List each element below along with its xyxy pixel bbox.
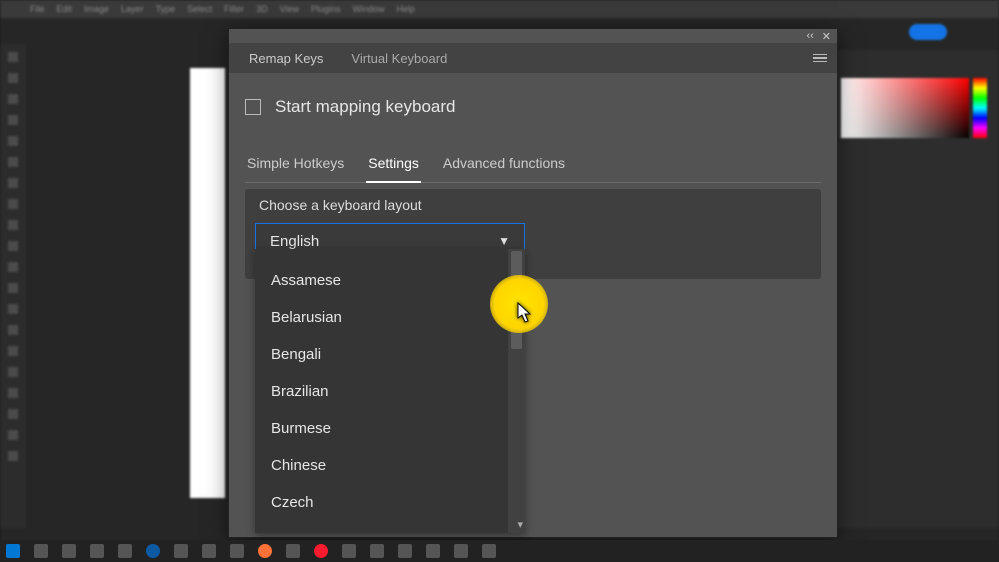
taskbar-app-icon[interactable] [482,544,496,558]
start-icon[interactable] [6,544,20,558]
taskbar-opera-icon[interactable] [314,544,328,558]
tab-virtual-keyboard[interactable]: Virtual Keyboard [337,44,461,73]
scrollbar-thumb[interactable] [511,251,522,349]
layout-option[interactable]: Arabic [255,249,508,262]
hue-slider[interactable] [973,78,987,138]
scroll-down-icon[interactable]: ▾ [517,518,523,531]
layout-option[interactable]: Assamese [255,262,508,299]
share-button[interactable] [909,24,947,40]
start-mapping-label: Start mapping keyboard [275,97,456,117]
taskbar-firefox-icon[interactable] [258,544,272,558]
start-mapping-checkbox[interactable] [245,99,261,115]
keyboard-layout-section: Choose a keyboard layout English ▼ Arabi… [245,189,821,279]
taskbar-app-icon[interactable] [90,544,104,558]
taskbar-app-icon[interactable] [202,544,216,558]
taskbar-app-icon[interactable] [342,544,356,558]
start-mapping-row: Start mapping keyboard [245,97,821,117]
color-picker[interactable] [841,78,969,138]
panel-tab-bar: Remap Keys Virtual Keyboard [229,43,837,73]
taskbar-search-icon[interactable] [34,544,48,558]
layout-option[interactable]: Bengali [255,336,508,373]
document-canvas [190,68,225,498]
taskbar-app-icon[interactable] [398,544,412,558]
taskbar-app-icon[interactable] [286,544,300,558]
layout-option[interactable]: Burmese [255,410,508,447]
tab-remap-keys[interactable]: Remap Keys [235,44,337,73]
taskbar-edge-icon[interactable] [146,544,160,558]
host-menubar: FileEditImage LayerTypeSelect Filter3DVi… [0,0,999,18]
layout-option[interactable]: Brazilian [255,373,508,410]
taskbar-app-icon[interactable] [370,544,384,558]
panel-titlebar: ‹‹ ✕ [229,29,837,43]
panel-collapse-icon[interactable]: ‹‹ [806,30,813,42]
chevron-down-icon: ▼ [498,234,510,248]
taskbar-app-icon[interactable] [174,544,188,558]
keyboard-layout-dropdown: Arabic Assamese Belarusian Bengali Brazi… [255,249,525,533]
panel-body: Start mapping keyboard Simple Hotkeys Se… [229,73,837,295]
subtab-simple-hotkeys[interactable]: Simple Hotkeys [245,149,346,182]
os-taskbar[interactable] [0,540,999,562]
taskbar-app-icon[interactable] [454,544,468,558]
layout-option[interactable]: Belarusian [255,299,508,336]
panel-close-icon[interactable]: ✕ [822,30,831,43]
subtab-settings[interactable]: Settings [366,149,421,183]
taskbar-app-icon[interactable] [426,544,440,558]
layout-label: Choose a keyboard layout [255,189,811,217]
dropdown-scrollbar[interactable]: ▾ [508,249,525,533]
remap-keys-panel: ‹‹ ✕ Remap Keys Virtual Keyboard Start m… [228,28,838,538]
host-toolbar [0,44,26,528]
taskbar-app-icon[interactable] [118,544,132,558]
taskbar-app-icon[interactable] [230,544,244,558]
panel-menu-icon[interactable] [813,54,827,63]
subtab-advanced-functions[interactable]: Advanced functions [441,149,567,182]
layout-option[interactable]: Chinese [255,447,508,484]
settings-subtabs: Simple Hotkeys Settings Advanced functio… [245,149,821,183]
select-value: English [270,233,319,250]
taskbar-app-icon[interactable] [62,544,76,558]
layout-option[interactable]: Czech [255,484,508,521]
